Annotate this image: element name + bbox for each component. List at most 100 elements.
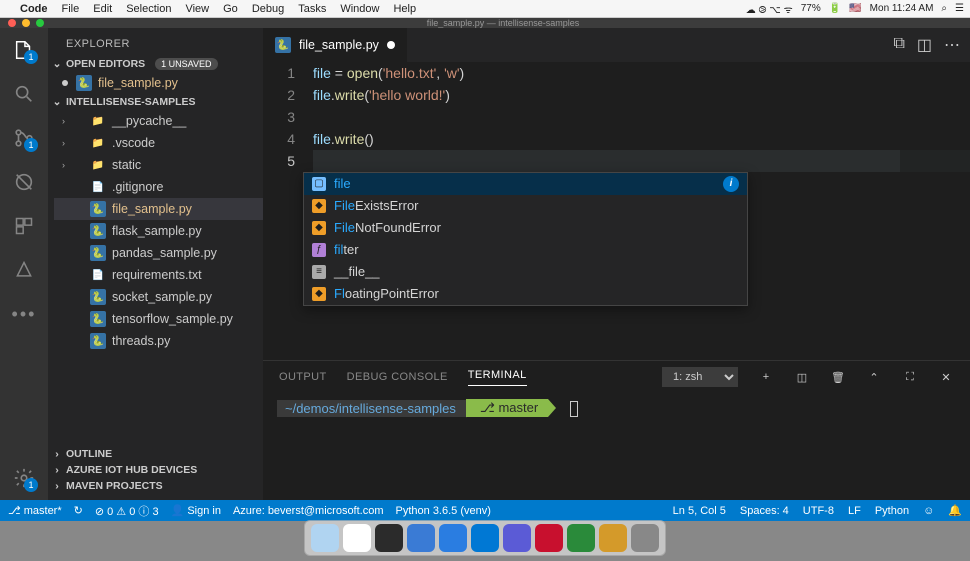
tree-item[interactable]: ›📁static [54, 154, 263, 176]
dock-app-icon[interactable] [343, 524, 371, 552]
macos-dock[interactable] [304, 520, 666, 556]
search-icon[interactable] [12, 82, 36, 106]
dock-app-icon[interactable] [503, 524, 531, 552]
status-bell-icon[interactable]: 🔔 [948, 504, 962, 517]
explorer-icon[interactable]: 1 [12, 38, 36, 62]
tree-item[interactable]: 🐍socket_sample.py [54, 286, 263, 308]
maven-header[interactable]: ›MAVEN PROJECTS [48, 478, 263, 494]
outline-header[interactable]: ›OUTLINE [48, 446, 263, 462]
panel-tab-output[interactable]: OUTPUT [279, 371, 327, 383]
tree-item[interactable]: 📄.gitignore [54, 176, 263, 198]
menu-go[interactable]: Go [223, 3, 238, 15]
intellisense-item[interactable]: ◆FileExistsError [304, 195, 747, 217]
dock-app-icon[interactable] [599, 524, 627, 552]
panel-tab-terminal[interactable]: TERMINAL [468, 369, 527, 386]
status-sync-icon[interactable]: ↻ [74, 504, 83, 517]
more-icon[interactable]: ••• [12, 302, 36, 326]
siri-icon[interactable]: ☰ [955, 3, 964, 14]
minimap[interactable] [900, 62, 970, 360]
status-eol[interactable]: LF [848, 505, 861, 517]
panel-tab-debug[interactable]: DEBUG CONSOLE [347, 371, 448, 383]
more-actions-icon[interactable]: ⋯ [944, 35, 960, 55]
window-controls[interactable] [8, 19, 44, 27]
tree-item[interactable]: 🐍pandas_sample.py [54, 242, 263, 264]
menu-debug[interactable]: Debug [252, 3, 284, 15]
titlebar: file_sample.py — intellisense-samples [0, 18, 970, 28]
tree-item[interactable]: ›📁__pycache__ [54, 110, 263, 132]
status-python[interactable]: Python 3.6.5 (venv) [396, 505, 491, 517]
intellisense-item[interactable]: ◆FloatingPointError [304, 283, 747, 305]
dock-app-icon[interactable] [471, 524, 499, 552]
menu-window[interactable]: Window [340, 3, 379, 15]
completion-kind-icon: ▢ [312, 177, 326, 191]
spotlight-icon[interactable]: ⌕ [941, 3, 947, 14]
extensions-icon[interactable] [12, 214, 36, 238]
code-editor[interactable]: 12345 file = open('hello.txt', 'w')file.… [263, 62, 970, 360]
dock-app-icon[interactable] [631, 524, 659, 552]
intellisense-item[interactable]: ▢filei [304, 173, 747, 195]
dock-app-icon[interactable] [567, 524, 595, 552]
status-azure[interactable]: Azure: beverst@microsoft.com [233, 505, 384, 517]
menu-help[interactable]: Help [393, 3, 416, 15]
scm-icon[interactable]: 1 [12, 126, 36, 150]
panel-maximize-icon[interactable]: ⛶ [902, 371, 918, 384]
menu-edit[interactable]: Edit [93, 3, 112, 15]
python-file-icon: 🐍 [275, 37, 291, 53]
menubar-app[interactable]: Code [20, 3, 48, 15]
menu-file[interactable]: File [62, 3, 80, 15]
menu-selection[interactable]: Selection [126, 3, 171, 15]
mac-menubar: Code File Edit Selection View Go Debug T… [0, 0, 970, 18]
info-icon[interactable]: i [723, 176, 739, 192]
status-encoding[interactable]: UTF-8 [803, 505, 834, 517]
folder-icon: 📁 [90, 157, 106, 173]
status-branch[interactable]: ⎇ master* [8, 504, 62, 517]
dock-app-icon[interactable] [407, 524, 435, 552]
menu-tasks[interactable]: Tasks [298, 3, 326, 15]
split-terminal-icon[interactable]: ◫ [794, 371, 810, 384]
split-editor-icon[interactable]: ◫ [917, 35, 932, 55]
new-terminal-icon[interactable]: + [758, 371, 774, 383]
status-language[interactable]: Python [875, 505, 909, 517]
settings-badge: 1 [24, 478, 38, 492]
tree-item[interactable]: 🐍flask_sample.py [54, 220, 263, 242]
tab-file-sample[interactable]: 🐍 file_sample.py [263, 28, 408, 62]
flag-icon[interactable]: 🇺🇸 [849, 3, 861, 14]
settings-icon[interactable]: 1 [12, 466, 36, 490]
close-window-icon[interactable] [8, 19, 16, 27]
compare-icon[interactable]: ⧉ [893, 35, 904, 55]
kill-terminal-icon[interactable]: 🗑 [830, 371, 846, 384]
debug-icon[interactable] [12, 170, 36, 194]
dock-app-icon[interactable] [535, 524, 563, 552]
status-indent[interactable]: Spaces: 4 [740, 505, 789, 517]
tree-item[interactable]: 📄requirements.txt [54, 264, 263, 286]
open-editor-item[interactable]: 🐍 file_sample.py [54, 72, 263, 94]
intellisense-popup[interactable]: ▢filei◆FileExistsError◆FileNotFoundError… [303, 172, 748, 306]
tree-item[interactable]: 🐍file_sample.py [54, 198, 263, 220]
panel-up-icon[interactable]: ⌃ [866, 371, 882, 384]
dock-app-icon[interactable] [439, 524, 467, 552]
maximize-window-icon[interactable] [36, 19, 44, 27]
status-signin[interactable]: 👤 Sign in [171, 504, 221, 517]
menu-view[interactable]: View [185, 3, 209, 15]
azure-icon[interactable] [12, 258, 36, 282]
tree-item[interactable]: 🐍tensorflow_sample.py [54, 308, 263, 330]
terminal-selector[interactable]: 1: zsh [662, 367, 738, 387]
azure-iot-header[interactable]: ›AZURE IOT HUB DEVICES [48, 462, 263, 478]
tree-item[interactable]: ›📁.vscode [54, 132, 263, 154]
dock-app-icon[interactable] [311, 524, 339, 552]
tree-item-label: threads.py [112, 334, 170, 348]
status-problems[interactable]: ⊘ 0 ⚠ 0 ⓘ 3 [95, 503, 159, 519]
terminal[interactable]: ~/demos/intellisense-samples ⎇ master [263, 393, 970, 500]
open-editors-header[interactable]: ⌄ OPEN EDITORS 1 UNSAVED [48, 56, 263, 72]
dock-app-icon[interactable] [375, 524, 403, 552]
intellisense-item[interactable]: ≡__file__ [304, 261, 747, 283]
intellisense-item[interactable]: ◆FileNotFoundError [304, 217, 747, 239]
menubar-status-icons[interactable]: ☁ ⧁ ⌥ ᯤ [746, 2, 793, 16]
status-cursor-pos[interactable]: Ln 5, Col 5 [673, 505, 726, 517]
tree-item[interactable]: 🐍threads.py [54, 330, 263, 352]
intellisense-item[interactable]: ƒfilter [304, 239, 747, 261]
workspace-header[interactable]: ⌄ INTELLISENSE-SAMPLES [48, 94, 263, 110]
panel-close-icon[interactable]: ✕ [938, 371, 954, 384]
minimize-window-icon[interactable] [22, 19, 30, 27]
status-feedback-icon[interactable]: ☺ [923, 505, 934, 517]
